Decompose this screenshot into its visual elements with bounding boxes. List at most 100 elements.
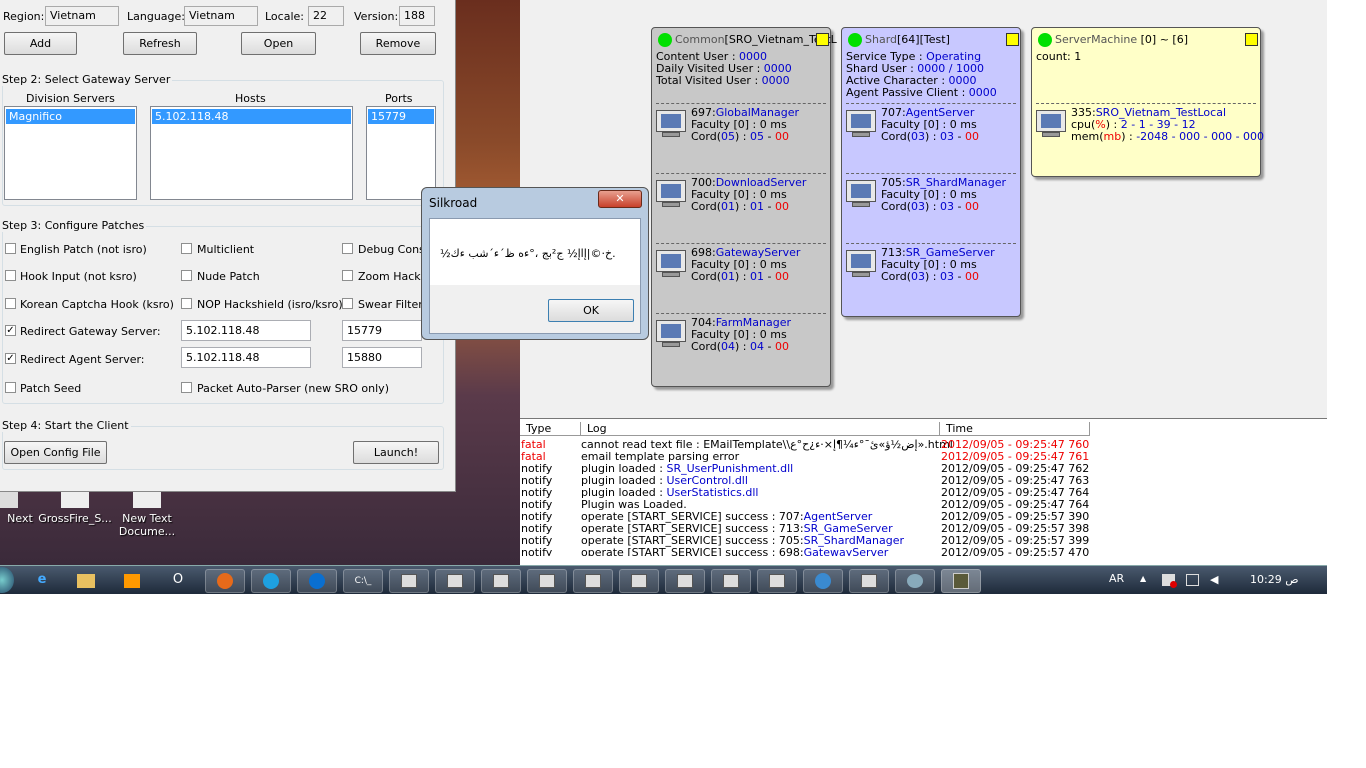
add-button[interactable]: Add [4, 32, 77, 55]
service-cord: Cord(03) : 03 - 00 [881, 200, 979, 213]
nude-patch-checkbox[interactable] [181, 270, 192, 281]
app-window-icon[interactable] [619, 569, 659, 593]
division-server-item[interactable]: Magnifico [6, 109, 135, 124]
agent-ip-input[interactable]: 5.102.118.48 [181, 347, 311, 368]
korean-captcha-checkbox[interactable] [5, 298, 16, 309]
dialog-close-button[interactable]: ✕ [598, 190, 642, 208]
locale-field[interactable]: 22 [308, 6, 344, 26]
open-config-button[interactable]: Open Config File [4, 441, 107, 464]
divider [1036, 103, 1256, 104]
log-row-time: 2012/09/05 - 09:25:57 470 [941, 546, 1090, 557]
service-cord: Cord(01) : 01 - 00 [691, 200, 789, 213]
hosts-list[interactable]: 5.102.118.48 [150, 106, 353, 200]
app-window-icon[interactable] [435, 569, 475, 593]
divider [846, 173, 1016, 174]
english-patch-checkbox[interactable] [5, 243, 16, 254]
shard-card[interactable]: Shard[64][Test] Service Type : Operating… [841, 27, 1021, 317]
start-button[interactable] [0, 567, 14, 593]
taskbar: e O C:\_ AR ▲ ◀ 10:29 ص [0, 565, 1327, 594]
skype-icon[interactable] [251, 569, 291, 593]
agent-passive-line: Agent Passive Client : 0000 [846, 86, 997, 99]
machine-count: count: 1 [1036, 50, 1082, 63]
refresh-button[interactable]: Refresh [123, 32, 197, 55]
auto-parser-checkbox[interactable] [181, 382, 192, 393]
volume-icon[interactable]: ◀ [1210, 574, 1222, 586]
common-card[interactable]: Common[SRO_Vietnam_TestL Content User : … [651, 27, 837, 387]
server-machine-card[interactable]: ServerMachine [0] ~ [6] count: 1 335:SRO… [1031, 27, 1264, 177]
desktop-icon-grossfire[interactable]: GrossFire_S... [36, 490, 114, 525]
desktop-icon-next[interactable]: Next [0, 490, 40, 525]
log-message-header[interactable]: Log [581, 422, 940, 436]
loader-window: Region: Vietnam Language: Vietnam Locale… [0, 0, 456, 492]
version-field[interactable]: 188 [399, 6, 435, 26]
hook-input-checkbox[interactable] [5, 270, 16, 281]
app-window-icon[interactable] [711, 569, 751, 593]
log-row-type: notify [521, 546, 553, 557]
command-prompt-icon[interactable]: C:\_ [343, 569, 383, 593]
zoom-hack-checkbox[interactable] [342, 270, 353, 281]
media-player-icon[interactable] [112, 569, 152, 593]
host-item[interactable]: 5.102.118.48 [152, 109, 351, 124]
firefox-icon[interactable] [205, 569, 245, 593]
open-button[interactable]: Open [241, 32, 316, 55]
agent-port-input[interactable]: 15880 [342, 347, 422, 368]
redirect-gateway-label: Redirect Gateway Server: [20, 325, 161, 338]
clock[interactable]: 10:29 ص [1250, 573, 1299, 586]
swear-filter-checkbox[interactable] [342, 298, 353, 309]
language-indicator[interactable]: AR [1109, 572, 1124, 585]
internet-explorer-icon[interactable]: e [22, 569, 62, 593]
app-window-icon[interactable] [573, 569, 613, 593]
debug-console-checkbox[interactable] [342, 243, 353, 254]
desktop-icon-label: New Text [122, 512, 172, 525]
app-window-icon[interactable] [757, 569, 797, 593]
status-online-icon [658, 33, 672, 47]
divider [656, 313, 826, 314]
multiclient-label: Multiclient [197, 243, 255, 256]
text-file-icon [133, 490, 161, 508]
log-time-header[interactable]: Time [940, 422, 1090, 436]
network-icon[interactable] [1186, 574, 1199, 586]
desktop-icon-label: Next [7, 512, 33, 525]
version-label: Version: [354, 10, 399, 23]
app-window-icon[interactable] [849, 569, 889, 593]
network-app-icon[interactable] [803, 569, 843, 593]
log-panel[interactable]: Type Log Time fatal cannot read text file… [520, 418, 1327, 556]
patch-seed-checkbox[interactable] [5, 382, 16, 393]
app-window-icon[interactable] [665, 569, 705, 593]
launch-button[interactable]: Launch! [353, 441, 439, 464]
opera-icon[interactable]: O [158, 569, 198, 593]
language-field[interactable]: Vietnam [184, 6, 258, 26]
close-icon: ✕ [615, 192, 625, 205]
remove-button[interactable]: Remove [360, 32, 436, 55]
redirect-agent-checkbox[interactable]: ✓ [5, 353, 16, 364]
app-window-icon[interactable] [389, 569, 429, 593]
division-servers-list[interactable]: Magnifico [4, 106, 137, 200]
log-type-header[interactable]: Type [520, 422, 581, 436]
action-center-icon[interactable] [1162, 574, 1177, 588]
app-window-icon[interactable] [481, 569, 521, 593]
redirect-gateway-checkbox[interactable]: ✓ [5, 325, 16, 336]
english-patch-label: English Patch (not isro) [20, 243, 147, 256]
ports-list[interactable]: 15779 [366, 106, 436, 200]
teamviewer-icon[interactable] [297, 569, 337, 593]
region-field[interactable]: Vietnam [45, 6, 119, 26]
tray-expand-icon[interactable]: ▲ [1140, 574, 1146, 583]
port-item[interactable]: 15779 [368, 109, 434, 124]
divider [656, 103, 826, 104]
desktop-icon-new-text[interactable]: New Text Docume... [114, 490, 180, 538]
common-card-header: Common[SRO_Vietnam_TestL [658, 33, 837, 47]
folder-icon[interactable] [66, 569, 106, 593]
gateway-ip-input[interactable]: 5.102.118.48 [181, 320, 311, 341]
auto-parser-label: Packet Auto-Parser (new SRO only) [197, 382, 389, 395]
nop-hackshield-checkbox[interactable] [181, 298, 192, 309]
paint-icon[interactable] [895, 569, 935, 593]
multiclient-checkbox[interactable] [181, 243, 192, 254]
app-window-icon[interactable] [527, 569, 567, 593]
gateway-port-input[interactable]: 15779 [342, 320, 422, 341]
nop-hackshield-label: NOP Hackshield (isro/ksro) [197, 298, 343, 311]
step4-title: Step 4: Start the Client [0, 419, 131, 432]
game-client-icon[interactable] [941, 569, 981, 593]
ok-button[interactable]: OK [548, 299, 634, 322]
language-label: Language: [127, 10, 185, 23]
ports-header: Ports [385, 92, 413, 105]
